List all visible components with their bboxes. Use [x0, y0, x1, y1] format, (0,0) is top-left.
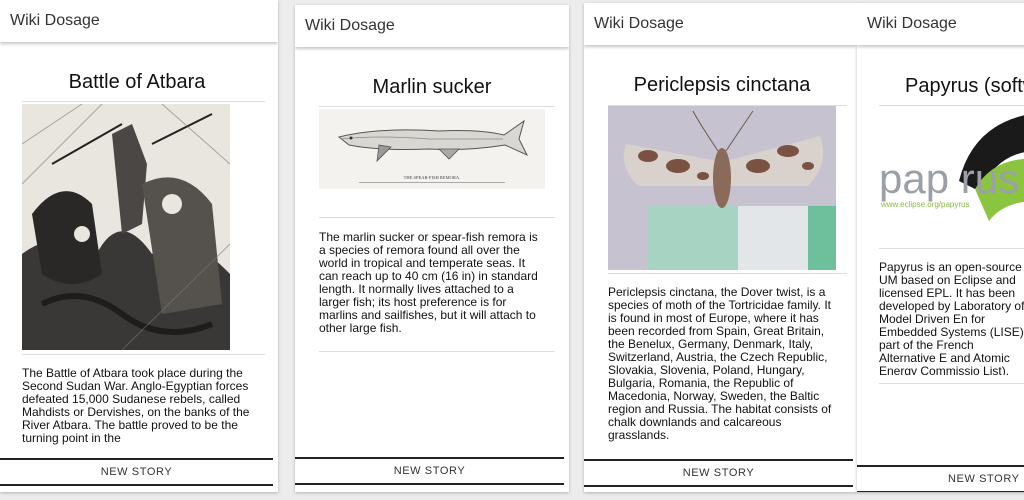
new-story-button[interactable]: NEW STORY: [857, 465, 1024, 492]
article-summary: Papyrus is an open-source UM based on Ec…: [879, 261, 1024, 375]
moth-photo-icon: [608, 106, 836, 270]
story-card-1: Wiki Dosage Battle of Atbara The Battle …: [0, 0, 278, 492]
divider: [22, 354, 265, 355]
article-title: Marlin sucker: [372, 76, 492, 98]
divider: [22, 101, 265, 102]
app-bar-title: Wiki Dosage: [0, 0, 278, 42]
app-bar-title: Wiki Dosage: [584, 3, 857, 45]
divider: [879, 248, 1024, 249]
battle-illustration-icon: [22, 104, 230, 350]
divider: [319, 351, 555, 352]
divider: [319, 106, 555, 107]
article-summary: Periclepsis cinctana, the Dover twist, i…: [608, 286, 832, 442]
divider: [879, 383, 1024, 384]
divider: [879, 105, 1024, 106]
article-summary: The marlin sucker or spear-fish remora i…: [319, 231, 538, 335]
story-card-4: Wiki Dosage Papyrus (softw pap rus www.e…: [857, 3, 1024, 492]
article-title: Papyrus (softw: [905, 75, 1024, 97]
app-bar-title: Wiki Dosage: [295, 5, 569, 47]
story-card-3: Wiki Dosage Periclepsis cinctana Pericle…: [584, 3, 857, 492]
new-story-button[interactable]: NEW STORY: [584, 459, 853, 487]
article-summary: The Battle of Atbara took place during t…: [22, 367, 250, 445]
logo-url: www.eclipse.org/papyrus: [880, 200, 969, 209]
divider: [319, 217, 555, 218]
article-title: Battle of Atbara: [68, 71, 206, 93]
new-story-button[interactable]: NEW STORY: [0, 458, 273, 486]
app-bar-title: Wiki Dosage: [857, 3, 1024, 45]
papyrus-logo-icon: pap rus www.eclipse.org/papyrus: [879, 111, 1024, 241]
fish-drawing-icon: THE SPEAR-FISH REMORA.: [319, 109, 545, 189]
image-caption: THE SPEAR-FISH REMORA.: [404, 175, 461, 180]
logo-text: pap rus: [879, 155, 1019, 202]
divider: [608, 273, 847, 274]
new-story-button[interactable]: NEW STORY: [295, 457, 564, 485]
article-title: Periclepsis cinctana: [633, 74, 811, 96]
story-card-2: Wiki Dosage Marlin sucker THE SPEAR-FISH…: [295, 5, 569, 492]
